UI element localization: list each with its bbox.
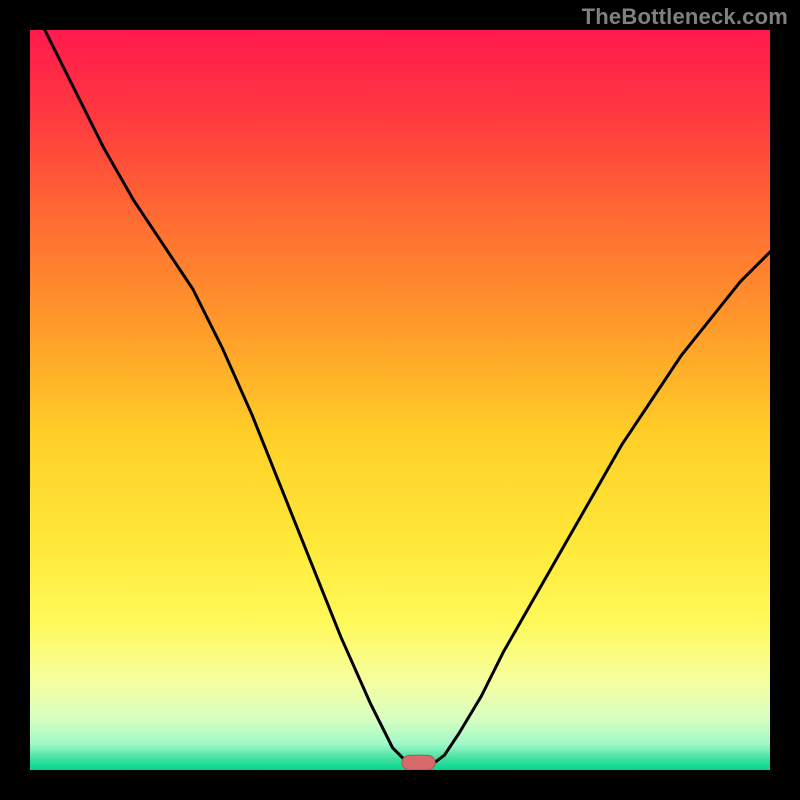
- gradient-background: [30, 30, 770, 770]
- plot-svg: [30, 30, 770, 770]
- optimal-marker: [402, 755, 435, 770]
- watermark-text: TheBottleneck.com: [582, 4, 788, 30]
- chart-frame: TheBottleneck.com: [0, 0, 800, 800]
- plot-area: [30, 30, 770, 770]
